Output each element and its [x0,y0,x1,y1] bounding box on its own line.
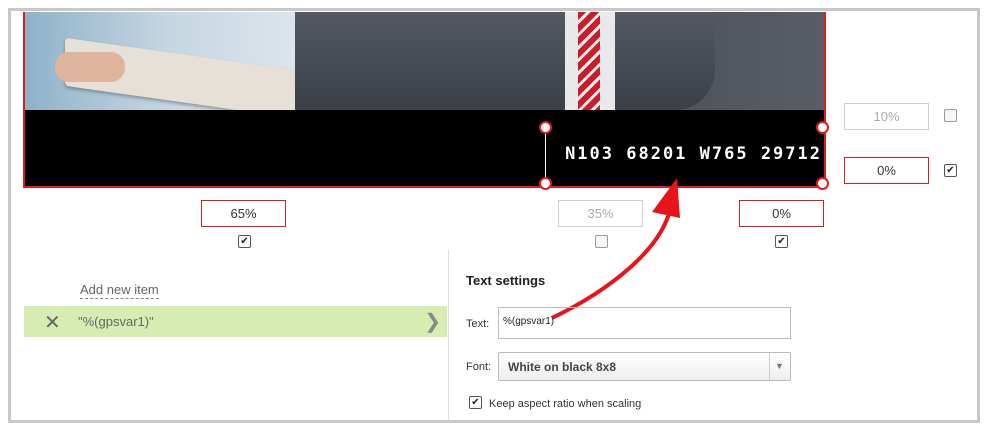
margin-left-checkbox[interactable]: ✔ [238,235,251,248]
check-icon: ✔ [240,236,249,247]
photo-suit [295,12,715,110]
keep-aspect-checkbox[interactable]: ✔ [469,396,482,409]
margin-bottom-checkbox[interactable]: ✔ [944,164,957,177]
margin-top-input[interactable]: 10% [844,103,929,130]
panel-divider [448,250,449,420]
list-item-label: "%(gpsvar1)" [78,314,154,329]
text-label: Text: [466,318,490,330]
margin-right-input[interactable]: 0% [739,200,824,227]
font-label: Font: [466,361,492,373]
keep-aspect-label: Keep aspect ratio when scaling [489,398,642,410]
resize-handle-top-right[interactable] [816,121,829,134]
triangle-down-icon: ▼ [775,361,784,371]
check-icon: ✔ [777,236,786,247]
check-icon: ✔ [946,165,955,176]
text-settings-heading: Text settings [466,273,546,288]
add-new-item-link[interactable]: Add new item [80,282,159,299]
margin-left-input[interactable]: 65% [201,200,286,227]
photo-tie [578,12,600,110]
margin-bottom-input[interactable]: 0% [844,157,929,184]
font-select[interactable]: White on black 8x8 ▼ [498,352,791,381]
margin-right-checkbox[interactable]: ✔ [775,235,788,248]
font-select-button[interactable]: ▼ [769,353,790,380]
resize-handle-bottom-right[interactable] [816,177,829,190]
photo-hand [55,52,125,82]
annotation-arrow [551,178,680,320]
text-input[interactable]: %(gpsvar1) [498,307,791,339]
close-icon[interactable]: ✕ [44,310,61,335]
resize-handle-top-left[interactable] [539,121,552,134]
list-item[interactable]: ✕ "%(gpsvar1)" ❯ [24,306,447,337]
chevron-right-icon[interactable]: ❯ [424,309,441,334]
background-photo [25,12,824,119]
width-input[interactable]: 35% [558,200,643,227]
margin-top-checkbox[interactable] [944,109,957,122]
font-select-value: White on black 8x8 [508,360,617,374]
check-icon: ✔ [471,397,480,408]
width-checkbox[interactable] [595,235,608,248]
